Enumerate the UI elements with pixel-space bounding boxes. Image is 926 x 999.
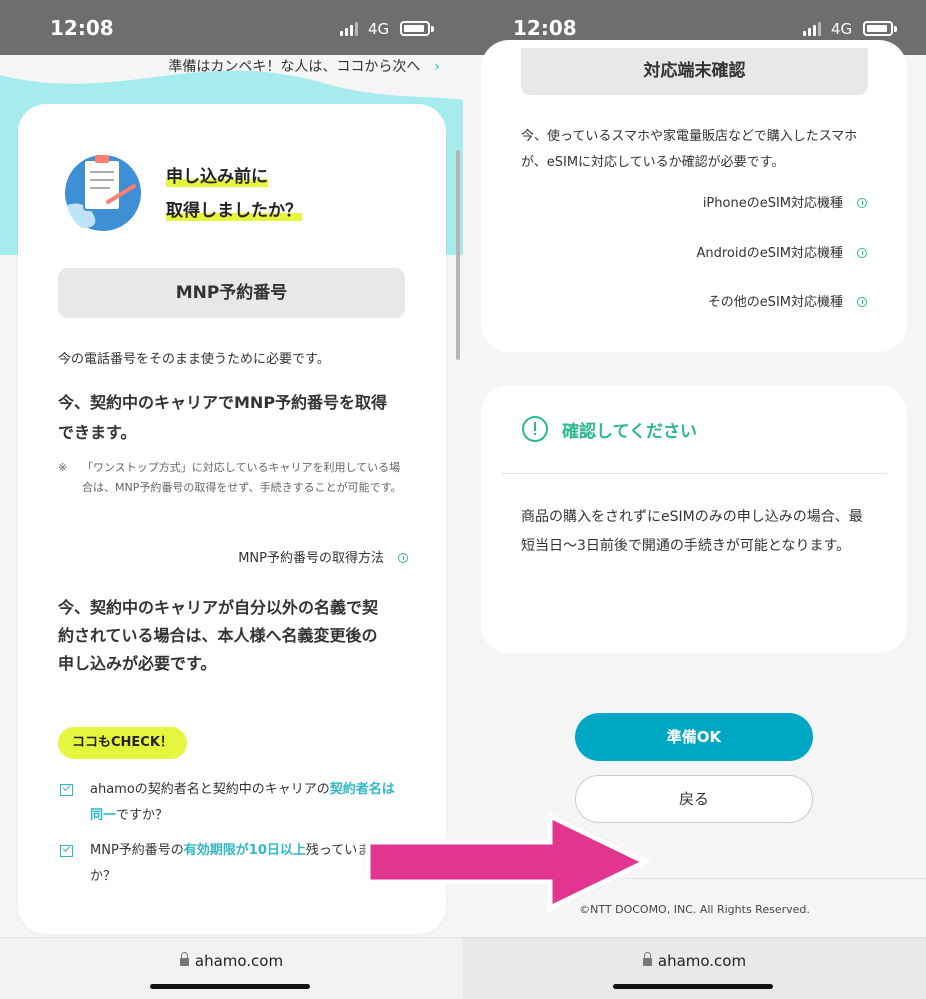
status-time: 12:08 bbox=[513, 16, 577, 40]
scrollbar[interactable] bbox=[456, 150, 460, 360]
url-text: ahamo.com bbox=[657, 952, 747, 970]
status-time: 12:08 bbox=[50, 16, 114, 40]
big-arrow-right-icon bbox=[365, 812, 651, 912]
url-display[interactable]: ahamo.com bbox=[0, 952, 463, 970]
check-item-1: ahamoの契約者名と契約中のキャリアの契約者名は同一ですか？ bbox=[90, 777, 400, 829]
heading-line-1: 申し込み前に bbox=[166, 167, 268, 187]
next-link-label: 準備はカンペキ！な人は、ココから次へ bbox=[168, 59, 421, 75]
battery-icon bbox=[863, 21, 897, 36]
bold1-line-2: できます。 bbox=[58, 423, 137, 442]
chevron-right-icon: › bbox=[434, 59, 440, 75]
bold1-line-1: 今、契約中のキャリアでMNP予約番号を取得 bbox=[58, 393, 388, 412]
check2-text: MNP予約番号の bbox=[90, 843, 184, 858]
bold2-line-1: 今、契約中のキャリアが自分以外の名義で契 bbox=[58, 598, 379, 617]
heading-line-2: 取得しましたか？ bbox=[166, 201, 302, 221]
device-desc: 今、使っているスマホや家電量販店などで購入したスマホが、eSIMに対応しているか… bbox=[521, 129, 858, 170]
check1-text-end: ですか？ bbox=[116, 808, 169, 823]
note-mark: ※ bbox=[58, 461, 68, 474]
card-heading: 申し込み前に 取得しましたか？ bbox=[166, 160, 302, 228]
section-title-device: 対応端末確認 bbox=[521, 48, 868, 95]
check2-highlight: 有効期限が10日以上 bbox=[183, 843, 306, 858]
mnp-howto-link[interactable]: MNP予約番号の取得方法 bbox=[58, 547, 408, 566]
check-badge: ココもCHECK！ bbox=[58, 727, 187, 759]
mnp-bold-text-2: 今、契約中のキャリアが自分以外の名義で契 約されている場合は、本人様へ名義変更後… bbox=[58, 594, 408, 678]
divider bbox=[502, 473, 887, 474]
mnp-howto-label: MNP予約番号の取得方法 bbox=[238, 551, 384, 566]
checklist-illustration bbox=[65, 155, 141, 231]
iphone-esim-link[interactable]: iPhoneのeSIM対応機種 bbox=[521, 192, 867, 211]
browser-address-bar[interactable]: ahamo.com bbox=[0, 937, 463, 999]
confirm-title: 確認してください bbox=[562, 422, 697, 442]
network-type: 4G bbox=[368, 20, 390, 38]
android-esim-label: AndroidのeSIM対応機種 bbox=[696, 246, 843, 261]
android-esim-link[interactable]: AndroidのeSIM対応機種 bbox=[521, 242, 867, 261]
confirm-body: 商品の購入をされずにeSIMのみの申し込みの場合、最短当日〜3日前後で開通の手続… bbox=[521, 509, 863, 554]
status-bar: 12:08 4G bbox=[0, 0, 463, 55]
note-body: 「ワンストップ方式」に対応しているキャリアを利用している場合は、MNP予約番号の… bbox=[82, 461, 402, 494]
info-icon bbox=[857, 297, 867, 307]
check-item-2: MNP予約番号の有効期限が10日以上残っていますか？ bbox=[90, 838, 400, 890]
signal-icon bbox=[340, 22, 360, 36]
lock-icon bbox=[179, 952, 189, 966]
browser-address-bar[interactable]: ahamo.com bbox=[463, 937, 926, 999]
ready-ok-button[interactable]: 準備OK bbox=[575, 713, 813, 761]
alert-circle-icon bbox=[522, 416, 548, 442]
check1-text: ahamoの契約者名と契約中のキャリアの bbox=[90, 782, 330, 797]
info-icon bbox=[398, 553, 408, 563]
check-icon bbox=[60, 784, 73, 796]
section-title-mnp: MNP予約番号 bbox=[58, 268, 405, 318]
url-display[interactable]: ahamo.com bbox=[463, 952, 926, 970]
iphone-esim-label: iPhoneのeSIM対応機種 bbox=[702, 196, 843, 211]
url-text: ahamo.com bbox=[194, 952, 284, 970]
info-icon bbox=[857, 248, 867, 258]
lock-icon bbox=[642, 952, 652, 966]
intro-text: 今の電話番号をそのまま使うために必要です。 bbox=[58, 352, 330, 367]
onestop-note: ※ 「ワンストップ方式」に対応しているキャリアを利用している場合は、MNP予約番… bbox=[58, 458, 408, 498]
check-icon bbox=[60, 845, 73, 857]
battery-icon bbox=[400, 21, 434, 36]
signal-icon bbox=[803, 22, 823, 36]
info-icon bbox=[857, 198, 867, 208]
mnp-bold-text-1: 今、契約中のキャリアでMNP予約番号を取得 できます。 bbox=[58, 388, 408, 448]
network-type: 4G bbox=[831, 20, 853, 38]
home-indicator[interactable] bbox=[613, 984, 773, 989]
home-indicator[interactable] bbox=[150, 984, 310, 989]
other-esim-link[interactable]: その他のeSIM対応機種 bbox=[521, 291, 867, 310]
bold2-line-3: 申し込みが必要です。 bbox=[58, 654, 217, 673]
other-esim-label: その他のeSIM対応機種 bbox=[707, 295, 843, 310]
bold2-line-2: 約されている場合は、本人様へ名義変更後の bbox=[58, 626, 378, 645]
next-link[interactable]: 準備はカンペキ！な人は、ココから次へ › bbox=[0, 56, 440, 76]
